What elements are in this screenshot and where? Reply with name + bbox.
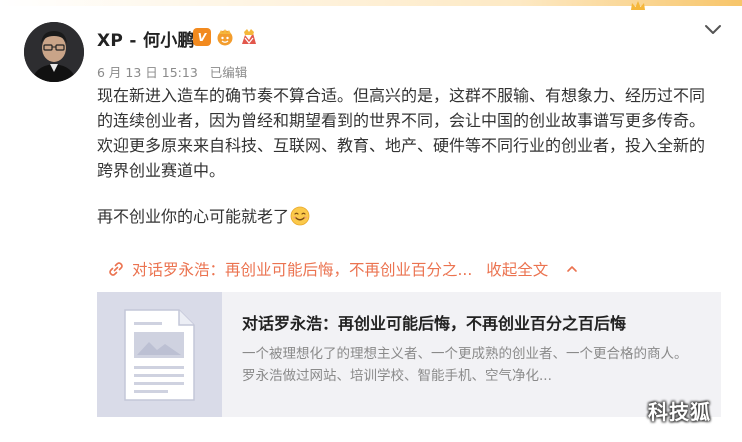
- avatar-portrait-icon: [24, 22, 84, 82]
- smile-emoji-icon: [290, 206, 310, 226]
- edited-label[interactable]: 已编辑: [210, 65, 248, 80]
- article-card-description: 一个被理想化了的理想主义者、一个更成熟的创业者、一个更合格的商人。 罗永浩做过网…: [242, 346, 688, 384]
- post-date[interactable]: 6 月 13 日 15:13: [97, 65, 198, 80]
- watermark: 科技狐: [648, 400, 711, 424]
- article-link[interactable]: 对话罗永浩：再创业可能后悔，不再创业百分之...: [132, 258, 472, 280]
- article-card[interactable]: 对话罗永浩：再创业可能后悔，不再创业百分之百后悔 一个被理想化了的理想主义者、一…: [97, 292, 721, 417]
- post-body: 现在新进入造车的确节奏不算合适。但高兴的是，这群不服输、有想象力、经历过不同的连…: [97, 83, 712, 229]
- vip-member-icon[interactable]: [215, 28, 235, 46]
- author-badges: V: [193, 28, 259, 46]
- fan-badge-icon[interactable]: [239, 28, 259, 46]
- post-meta: 6 月 13 日 15:13 已编辑: [97, 62, 255, 81]
- author-name[interactable]: XP - 何小鹏: [97, 26, 195, 51]
- collapse-button[interactable]: 收起全文: [486, 258, 548, 280]
- link-icon: [109, 262, 123, 276]
- chevron-down-icon[interactable]: [703, 22, 723, 38]
- post-paragraph-2-text: 再不创业你的心可能就老了: [97, 207, 290, 226]
- verified-badge-icon[interactable]: V: [193, 28, 211, 46]
- document-icon: [97, 292, 222, 417]
- post-paragraph-2: 再不创业你的心可能就老了: [97, 204, 712, 229]
- article-thumbnail: [97, 292, 222, 417]
- post-paragraph-1: 现在新进入造车的确节奏不算合适。但高兴的是，这群不服输、有想象力、经历过不同的连…: [97, 86, 706, 180]
- chevron-up-icon[interactable]: [566, 264, 578, 274]
- avatar[interactable]: [24, 22, 84, 82]
- weibo-post: XP - 何小鹏 V 6 月 13 日 15:13 已编辑 现在新进入造车的确节…: [0, 0, 742, 442]
- article-link-row: 对话罗永浩：再创业可能后悔，不再创业百分之... 收起全文: [108, 258, 578, 280]
- crown-icon: [631, 1, 645, 10]
- article-card-title[interactable]: 对话罗永浩：再创业可能后悔，不再创业百分之百后悔: [242, 310, 626, 334]
